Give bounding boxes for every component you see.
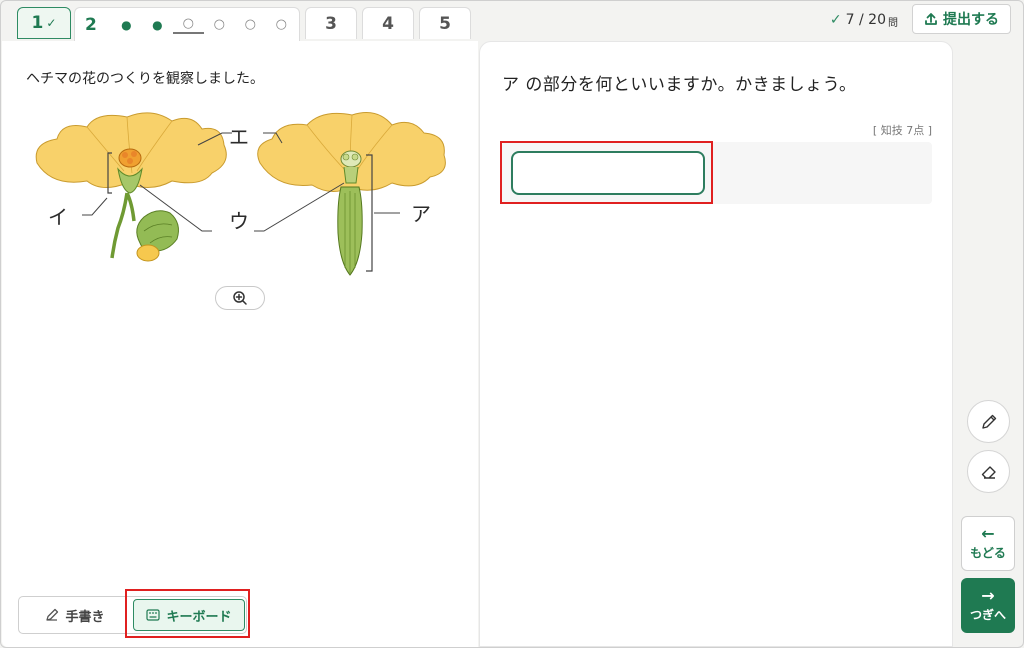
answer-row bbox=[502, 142, 932, 204]
pen-tool-button[interactable] bbox=[967, 400, 1010, 443]
label-a: ア bbox=[411, 202, 431, 226]
stimulus-panel: ヘチマの花のつくりを観察しました。 エ イ ウ ア 手書き キーボード bbox=[2, 41, 478, 647]
check-icon: ✓ bbox=[829, 12, 842, 28]
prompt-text: ヘチマの花のつくりを観察しました。 bbox=[26, 71, 264, 87]
handwriting-mode-button[interactable]: 手書き bbox=[19, 597, 131, 633]
tab-label: 3 bbox=[325, 13, 337, 34]
subquestion-dot-open[interactable]: ○ bbox=[204, 17, 235, 32]
check-icon: ✓ bbox=[46, 16, 57, 30]
eraser-tool-button[interactable] bbox=[967, 450, 1010, 493]
label-e: エ bbox=[229, 125, 249, 149]
zoom-button[interactable] bbox=[215, 286, 265, 310]
label-u: ウ bbox=[229, 209, 249, 233]
back-label: もどる bbox=[970, 546, 1006, 560]
subquestion-dot-current[interactable]: ○ bbox=[172, 16, 204, 34]
submit-button[interactable]: 提出する bbox=[912, 4, 1011, 34]
subquestion-dot-answered[interactable]: ● bbox=[142, 18, 173, 32]
next-label: つぎへ bbox=[969, 608, 1006, 622]
input-mode-switch: 手書き キーボード bbox=[18, 596, 247, 634]
tab-label: 2 bbox=[85, 14, 97, 35]
app-frame: 1 ✓ 2 ● ● ○ ○ ○ ○ 3 4 5 ✓ 7 / 20 問 提出する … bbox=[0, 0, 1024, 648]
question-text: ア の部分を何といいますか。かきましょう。 bbox=[502, 75, 857, 95]
subquestion-dot-open[interactable]: ○ bbox=[266, 17, 297, 32]
male-flower-illustration bbox=[35, 112, 227, 262]
back-button[interactable]: ← もどる bbox=[961, 516, 1015, 571]
keyboard-label: キーボード bbox=[166, 609, 232, 625]
tab-label: 4 bbox=[382, 13, 394, 34]
tab-label: 5 bbox=[439, 13, 451, 34]
progress-text: 7 / 20 bbox=[845, 12, 886, 28]
points-label: [ 知技 7点 ] bbox=[872, 124, 932, 137]
tab-question-2[interactable]: 2 ● ● ○ ○ ○ ○ bbox=[74, 7, 300, 41]
tab-question-5[interactable]: 5 bbox=[419, 7, 471, 39]
question-panel: ア の部分を何といいますか。かきましょう。 [ 知技 7点 ] bbox=[479, 41, 953, 647]
tab-question-4[interactable]: 4 bbox=[362, 7, 414, 39]
arrow-right-icon: → bbox=[981, 586, 995, 605]
subquestion-dot-open[interactable]: ○ bbox=[235, 17, 266, 32]
pencil-icon bbox=[46, 608, 59, 621]
tab-question-3[interactable]: 3 bbox=[305, 7, 357, 39]
next-button[interactable]: → つぎへ bbox=[961, 578, 1015, 633]
female-flower-illustration bbox=[257, 112, 446, 276]
subquestion-indicators: ● ● ○ ○ ○ ○ bbox=[111, 16, 297, 34]
leader-i bbox=[82, 197, 108, 216]
submit-label: 提出する bbox=[943, 12, 999, 28]
keyboard-icon bbox=[146, 609, 161, 621]
handwriting-label: 手書き bbox=[65, 609, 105, 625]
progress-counter: ✓ 7 / 20 問 bbox=[830, 11, 898, 29]
eraser-icon bbox=[981, 465, 996, 479]
pen-icon bbox=[981, 414, 996, 429]
arrow-left-icon: ← bbox=[981, 524, 995, 543]
zoom-in-icon bbox=[233, 291, 247, 305]
keyboard-mode-button[interactable]: キーボード bbox=[133, 599, 245, 631]
subquestion-dot-answered[interactable]: ● bbox=[111, 18, 142, 32]
answer-input[interactable] bbox=[511, 151, 705, 195]
tab-label: 1 bbox=[31, 13, 44, 33]
progress-unit: 問 bbox=[888, 18, 898, 29]
upload-icon bbox=[925, 13, 937, 25]
tab-question-1[interactable]: 1 ✓ bbox=[17, 7, 71, 39]
label-i: イ bbox=[48, 205, 68, 229]
